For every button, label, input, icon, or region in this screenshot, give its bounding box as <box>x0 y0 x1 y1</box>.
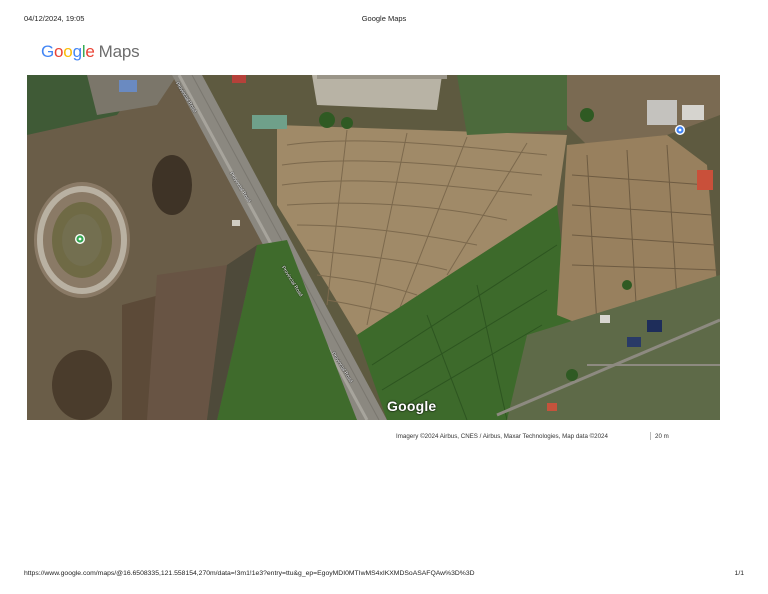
print-page-title: Google Maps <box>361 14 407 23</box>
logo-letter: G <box>41 42 55 61</box>
google-watermark: Google <box>387 398 437 414</box>
map-attribution: Imagery ©2024 Airbus, CNES / Airbus, Max… <box>396 433 608 440</box>
place-pin-icon[interactable] <box>75 234 85 244</box>
print-page-url: https://www.google.com/maps/@16.6508335,… <box>24 570 475 577</box>
satellite-map[interactable]: Provincial Road Provincial Road Provinci… <box>27 75 720 420</box>
google-maps-logo: Google Maps <box>41 42 140 62</box>
scale-divider <box>650 432 651 440</box>
print-page-number: 1/1 <box>734 570 744 577</box>
print-page: 04/12/2024, 19:05 Google Maps Google Map… <box>0 0 768 594</box>
logo-product-name: Maps <box>98 42 140 61</box>
logo-letter: e <box>85 42 95 61</box>
logo-letter: o <box>63 42 73 61</box>
logo-letter: g <box>72 42 82 61</box>
map-scale-label[interactable]: 20 m <box>655 433 669 440</box>
satellite-imagery <box>27 75 720 420</box>
logo-letter: o <box>54 42 64 61</box>
place-pin-icon[interactable] <box>675 125 685 135</box>
